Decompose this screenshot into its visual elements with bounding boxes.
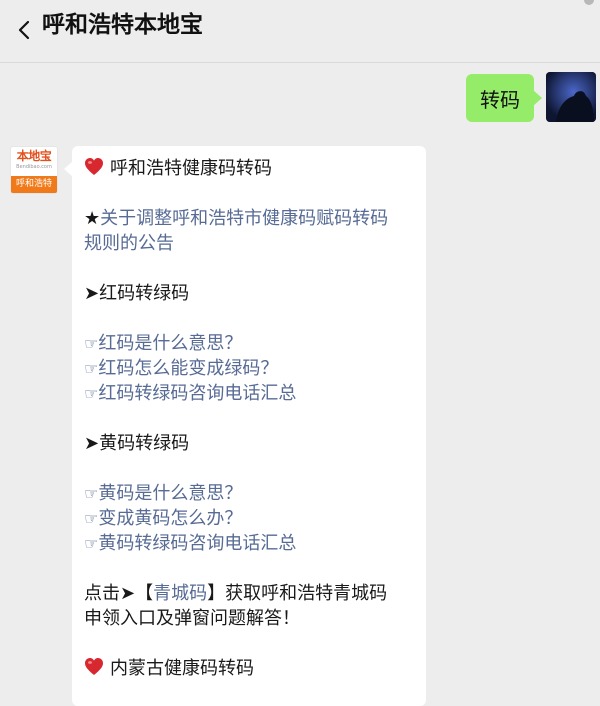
pointing-hand-icon: ☞ xyxy=(84,484,99,503)
yellow-link-text[interactable]: 黄码是什么意思？ xyxy=(98,483,242,504)
outgoing-message-text: 转码 xyxy=(480,87,520,112)
click-line-2: 申领入口及弹窗问题解答！ xyxy=(84,608,300,629)
red-link-text[interactable]: 红码怎么能变成绿码？ xyxy=(98,358,278,379)
click-line-1: 点击➤【青城码】获取呼和浩特青城码 xyxy=(84,581,420,606)
star-icon: ★ xyxy=(84,208,101,229)
pointing-hand-icon: ☞ xyxy=(84,359,99,378)
section-title: 呼和浩特健康码转码 xyxy=(110,158,272,179)
yellow-link-text[interactable]: 变成黄码怎么办？ xyxy=(98,508,242,529)
yellow-heading-line: ➤黄码转绿码 xyxy=(84,431,420,456)
section-title-line: 呼和浩特健康码转码 xyxy=(84,156,420,181)
red-link-1[interactable]: ☞红码是什么意思？ xyxy=(84,331,420,356)
incoming-message-bubble: 呼和浩特健康码转码 ★关于调整呼和浩特市健康码赋码转码 规则的公告 ➤红码转绿码… xyxy=(64,146,426,706)
yellow-heading: 黄码转绿码 xyxy=(99,433,190,454)
red-link-text[interactable]: 红码转绿码咨询电话汇总 xyxy=(98,383,296,404)
yellow-link-2[interactable]: ☞变成黄码怎么办？ xyxy=(84,506,420,531)
arrow-icon: ➤ xyxy=(84,283,100,304)
official-account-avatar[interactable]: 本地宝 Bendibao.com 呼和浩特 xyxy=(10,146,58,194)
user-avatar-image xyxy=(546,72,596,122)
notice-line-1: ★关于调整呼和浩特市健康码赋码转码 xyxy=(84,206,420,231)
logo-city: 呼和浩特 xyxy=(11,176,57,193)
pointing-hand-icon: ☞ xyxy=(84,384,99,403)
heart-icon xyxy=(85,158,103,175)
red-heading-line: ➤红码转绿码 xyxy=(84,281,420,306)
red-link-text[interactable]: 红码是什么意思？ xyxy=(98,333,242,354)
back-arrow-icon[interactable] xyxy=(12,10,36,50)
yellow-link-text[interactable]: 黄码转绿码咨询电话汇总 xyxy=(98,533,296,554)
pointing-hand-icon: ☞ xyxy=(84,509,99,528)
message-body: 呼和浩特健康码转码 ★关于调整呼和浩特市健康码赋码转码 规则的公告 ➤红码转绿码… xyxy=(84,156,420,681)
chat-header: 呼和浩特本地宝 xyxy=(0,0,600,63)
pointing-hand-icon: ☞ xyxy=(84,334,99,353)
yellow-link-3[interactable]: ☞黄码转绿码咨询电话汇总 xyxy=(84,531,420,556)
logo-text: 本地宝 xyxy=(16,149,52,163)
red-link-2[interactable]: ☞红码怎么能变成绿码？ xyxy=(84,356,420,381)
red-heading: 红码转绿码 xyxy=(99,283,190,304)
section-title-line-2: 内蒙古健康码转码 xyxy=(84,656,420,681)
yellow-link-1[interactable]: ☞黄码是什么意思？ xyxy=(84,481,420,506)
chat-title: 呼和浩特本地宝 xyxy=(42,12,203,38)
notice-link-line-2[interactable]: 规则的公告 xyxy=(84,231,420,256)
red-link-3[interactable]: ☞红码转绿码咨询电话汇总 xyxy=(84,381,420,406)
arrow-icon: ➤ xyxy=(84,433,100,454)
click-prefix: 点击➤【 xyxy=(84,583,154,604)
pointing-hand-icon: ☞ xyxy=(84,534,99,553)
heart-icon xyxy=(85,658,103,675)
click-suffix: 】获取呼和浩特青城码 xyxy=(207,583,388,604)
section-title-2: 内蒙古健康码转码 xyxy=(110,658,254,679)
notice-link[interactable]: 关于调整呼和浩特市健康码赋码转码 xyxy=(100,208,388,229)
qingcheng-code-link[interactable]: 青城码 xyxy=(153,583,207,604)
logo-domain: Bendibao.com xyxy=(16,164,52,170)
user-avatar[interactable] xyxy=(546,72,596,122)
outgoing-message-bubble[interactable]: 转码 xyxy=(466,74,542,122)
more-icon[interactable] xyxy=(584,0,594,5)
